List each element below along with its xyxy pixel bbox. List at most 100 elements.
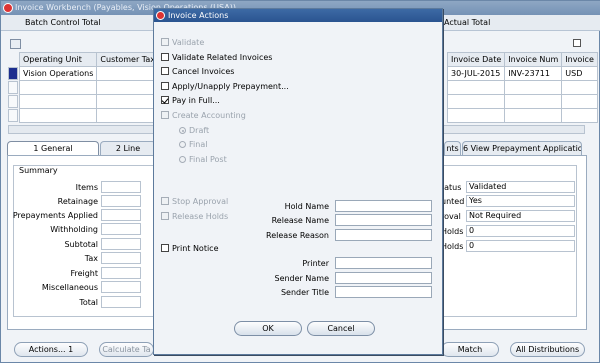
- sender-title-field[interactable]: [335, 286, 432, 298]
- tab-view-prepayment-applications[interactable]: 6 View Prepayment Applications: [462, 141, 582, 156]
- create-accounting-option[interactable]: Create Accounting: [161, 110, 246, 121]
- validate-option[interactable]: Validate: [161, 37, 204, 48]
- tab-lines[interactable]: 2 Line: [100, 141, 156, 156]
- cell-empty[interactable]: [504, 94, 563, 109]
- final-post-label: Final Post: [189, 155, 227, 164]
- col-invoice-num[interactable]: Invoice Num: [504, 52, 563, 67]
- holds-value[interactable]: 0: [466, 225, 575, 237]
- tab-general[interactable]: 1 General: [7, 141, 99, 156]
- oracle-app-icon: [156, 11, 165, 20]
- release-name-field[interactable]: [335, 214, 432, 226]
- actions-button[interactable]: Actions... 1: [14, 342, 88, 357]
- row-indicator-current[interactable]: [8, 67, 18, 80]
- invoice-grid-left: Operating Unit Customer Taxpa Vision Ope…: [18, 52, 169, 123]
- validate-related-option[interactable]: Validate Related Invoices: [161, 52, 272, 63]
- cell-operating-unit[interactable]: Vision Operations: [18, 66, 98, 81]
- col-invoice-date[interactable]: Invoice Date: [446, 52, 506, 67]
- release-name-label: Release Name: [271, 216, 329, 225]
- hold-name-field[interactable]: [335, 200, 432, 212]
- invoice-actions-dialog: Invoice Actions Validate Validate Relate…: [153, 8, 443, 355]
- ok-button[interactable]: OK: [234, 321, 302, 336]
- draft-radio-option[interactable]: Draft: [179, 125, 209, 136]
- printer-label: Printer: [302, 259, 329, 268]
- status-label: tatus: [441, 183, 462, 192]
- invoice-grid-right: Invoice Date Invoice Num Invoice 30-JUL-…: [446, 52, 598, 123]
- cancel-invoices-option[interactable]: Cancel Invoices: [161, 66, 234, 77]
- summary-field[interactable]: [101, 267, 141, 279]
- cell-empty[interactable]: [18, 80, 98, 95]
- final-radio[interactable]: [179, 141, 186, 148]
- summary-field[interactable]: [101, 238, 141, 250]
- tab-payments[interactable]: nts: [444, 141, 461, 156]
- cell-empty[interactable]: [18, 94, 98, 109]
- final-radio-option[interactable]: Final: [179, 139, 207, 150]
- cell-empty[interactable]: [504, 108, 563, 123]
- all-distributions-button[interactable]: All Distributions: [510, 342, 585, 357]
- header-checkbox[interactable]: [573, 39, 581, 47]
- dialog-title: Invoice Actions: [168, 11, 229, 20]
- row-indicator[interactable]: [8, 95, 18, 108]
- cell-invoice-num[interactable]: INV-23711: [504, 66, 563, 81]
- print-notice-checkbox[interactable]: [161, 244, 169, 252]
- oracle-app-icon: [3, 3, 13, 13]
- summary-field[interactable]: [101, 296, 141, 308]
- col-invoice-currency[interactable]: Invoice: [561, 52, 598, 67]
- apply-prepayment-option[interactable]: Apply/Unapply Prepayment...: [161, 81, 289, 92]
- cell-invoice-currency[interactable]: USD: [561, 66, 598, 81]
- actual-total-label: Actual Total: [444, 18, 491, 27]
- match-button[interactable]: Match: [441, 342, 499, 357]
- cell-empty[interactable]: [18, 108, 98, 123]
- pay-in-full-label: Pay in Full...: [172, 96, 220, 105]
- cancel-invoices-label: Cancel Invoices: [172, 67, 235, 76]
- summary-field[interactable]: [101, 209, 141, 221]
- final-post-radio-option[interactable]: Final Post: [179, 154, 227, 165]
- accounted-value[interactable]: Yes: [466, 195, 575, 207]
- tab-payments-label: nts: [446, 144, 459, 153]
- tab-prepayment-label: 6 View Prepayment Applications: [463, 144, 582, 153]
- col-operating-unit[interactable]: Operating Unit: [18, 52, 98, 67]
- create-accounting-checkbox[interactable]: [161, 111, 169, 119]
- sender-title-label: Sender Title: [280, 288, 329, 297]
- validate-checkbox[interactable]: [161, 38, 169, 46]
- approval-label: roval: [441, 212, 461, 221]
- calculate-tax-button[interactable]: Calculate Ta: [99, 342, 154, 357]
- status-value[interactable]: Validated: [466, 181, 575, 193]
- cancel-button[interactable]: Cancel: [307, 321, 375, 336]
- cell-empty[interactable]: [504, 80, 563, 95]
- apply-prepayment-checkbox[interactable]: [161, 82, 169, 90]
- summary-field[interactable]: [101, 195, 141, 207]
- printer-field[interactable]: [335, 257, 432, 269]
- sender-name-field[interactable]: [335, 272, 432, 284]
- holds-label: Holds: [441, 242, 464, 251]
- holds-value[interactable]: 0: [466, 240, 575, 252]
- cell-empty[interactable]: [561, 94, 598, 109]
- holds-label: Holds: [441, 227, 464, 236]
- pay-in-full-checkbox[interactable]: [161, 96, 169, 104]
- release-reason-field[interactable]: [335, 229, 432, 241]
- summary-field[interactable]: [101, 252, 141, 264]
- cell-empty[interactable]: [561, 108, 598, 123]
- release-holds-checkbox[interactable]: [161, 212, 169, 220]
- approval-value[interactable]: Not Required: [466, 210, 575, 222]
- validate-related-checkbox[interactable]: [161, 53, 169, 61]
- print-notice-option[interactable]: Print Notice: [161, 243, 219, 254]
- row-indicator[interactable]: [8, 109, 18, 122]
- summary-field[interactable]: [101, 281, 141, 293]
- row-indicator[interactable]: [8, 81, 18, 94]
- draft-radio[interactable]: [179, 127, 186, 134]
- summary-label: Retainage: [57, 197, 98, 206]
- cell-empty[interactable]: [446, 94, 506, 109]
- folder-icon[interactable]: [10, 39, 21, 49]
- cell-empty[interactable]: [446, 108, 506, 123]
- cancel-invoices-checkbox[interactable]: [161, 67, 169, 75]
- pay-in-full-option[interactable]: Pay in Full...: [161, 95, 220, 106]
- summary-field[interactable]: [101, 181, 141, 193]
- cell-empty[interactable]: [561, 80, 598, 95]
- cell-invoice-date[interactable]: 30-JUL-2015: [446, 66, 506, 81]
- batch-control-total-label: Batch Control Total: [25, 18, 101, 27]
- validate-related-label: Validate Related Invoices: [172, 53, 273, 62]
- final-post-radio[interactable]: [179, 156, 186, 163]
- cell-empty[interactable]: [446, 80, 506, 95]
- summary-field[interactable]: [101, 223, 141, 235]
- stop-approval-checkbox[interactable]: [161, 197, 169, 205]
